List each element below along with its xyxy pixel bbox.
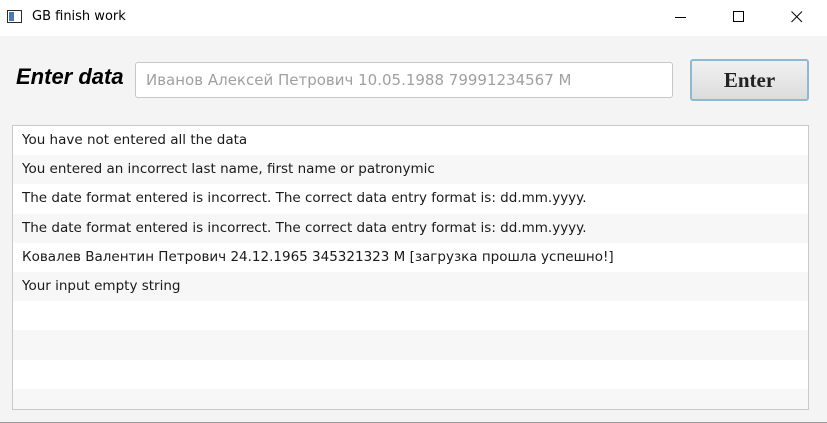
enter-button[interactable]: Enter <box>690 59 809 101</box>
list-item[interactable]: You have not entered all the data <box>13 126 808 156</box>
close-button[interactable] <box>774 0 820 34</box>
minimize-button[interactable] <box>658 0 704 34</box>
list-item[interactable]: Your input empty string <box>13 271 808 302</box>
list-item[interactable]: The date format entered is incorrect. Th… <box>13 184 808 214</box>
app-window: GB finish work Enter data Enter You have… <box>0 0 827 423</box>
minimize-icon <box>675 17 686 18</box>
maximize-button[interactable] <box>716 0 762 34</box>
maximize-icon <box>733 11 744 22</box>
list-item[interactable] <box>13 359 808 389</box>
close-icon <box>791 11 803 23</box>
list-item[interactable]: You entered an incorrect last name, firs… <box>13 155 808 185</box>
window-title: GB finish work <box>32 9 126 24</box>
list-item[interactable]: Ковалев Валентин Петрович 24.12.1965 345… <box>13 242 808 272</box>
result-list[interactable]: You have not entered all the data You ent… <box>12 125 809 410</box>
title-bar[interactable]: GB finish work <box>0 0 827 36</box>
app-window-icon <box>7 10 22 23</box>
list-item[interactable] <box>13 388 808 409</box>
list-item[interactable] <box>13 301 808 331</box>
list-item[interactable]: The date format entered is incorrect. Th… <box>13 213 808 243</box>
list-item[interactable] <box>13 330 808 360</box>
data-input[interactable] <box>135 62 673 98</box>
enter-data-label: Enter data <box>16 64 124 89</box>
